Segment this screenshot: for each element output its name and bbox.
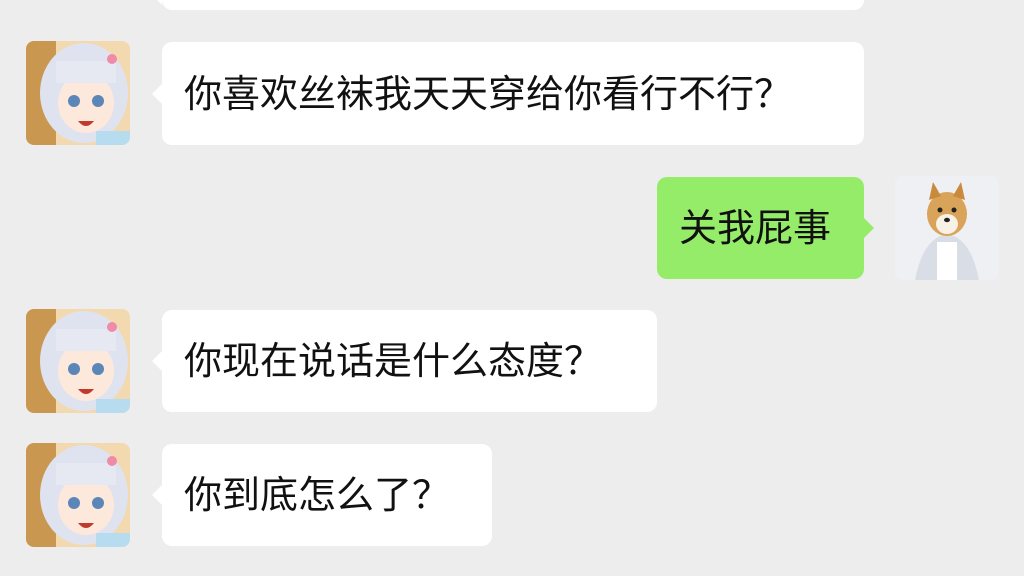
message-text: 你到底怎么了？ [184,473,451,517]
message-bubble-self[interactable]: 关我屁事 [657,177,864,279]
shiba-dog-avatar-icon [895,176,999,280]
avatar-other[interactable] [26,309,130,413]
message-bubble[interactable]: 你到底怎么了？ [162,444,492,546]
avatar-other[interactable] [26,443,130,547]
message-text: 你现在说话是什么态度？ [184,339,603,383]
message-text: 关我屁事 [679,206,832,250]
avatar-self[interactable] [895,176,999,280]
avatar-other[interactable] [26,41,130,145]
chat-area: 你喜欢丝袜我天天穿给你看行不行？ 关我屁事 你现在说话是什么态度？ 你到底怎么了… [0,0,1024,576]
message-bubble[interactable]: 你现在说话是什么态度？ [162,310,657,412]
anime-girl-avatar-icon [26,309,130,413]
message-bubble-partial[interactable] [162,0,864,10]
anime-girl-avatar-icon [26,41,130,145]
message-text: 你喜欢丝袜我天天穿给你看行不行？ [184,71,793,116]
anime-girl-avatar-icon [26,443,130,547]
message-bubble[interactable]: 你喜欢丝袜我天天穿给你看行不行？ [162,42,864,145]
